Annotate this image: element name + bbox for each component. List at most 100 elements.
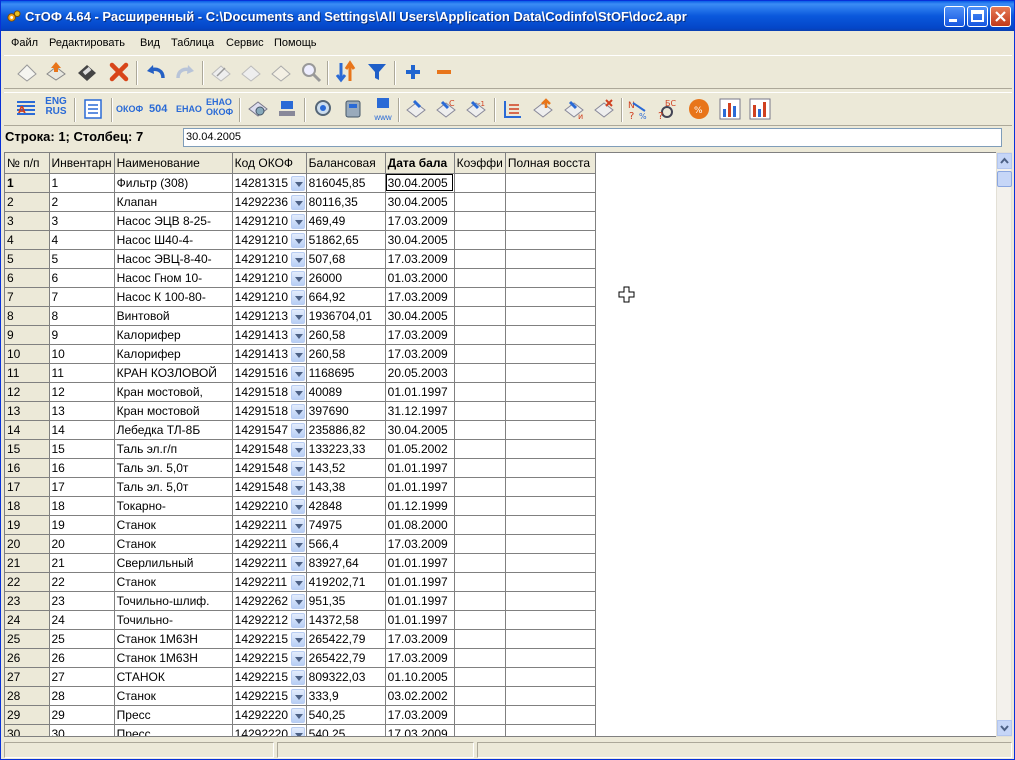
cell-name[interactable]: Точильно-шлиф. <box>114 591 233 611</box>
cell-inventory[interactable]: 25 <box>49 629 115 649</box>
cell-okof[interactable]: 14292215 <box>232 667 307 687</box>
col-header-full-restore[interactable]: Полная восста <box>505 153 596 174</box>
table-row[interactable]: 19 19 Станок 14292211 74975 01.08.2000 <box>5 515 596 535</box>
cell-okof[interactable]: 14292211 <box>232 534 307 554</box>
cell-inventory[interactable]: 24 <box>49 610 115 630</box>
table-row[interactable]: 23 23 Точильно-шлиф. 14292262 951,35 01.01.19… <box>5 591 596 611</box>
cell-coef[interactable] <box>454 705 506 725</box>
table-row[interactable]: 18 18 Токарно- 14292210 42848 01.12.1999 <box>5 496 596 516</box>
scroll-down-button[interactable] <box>997 720 1012 736</box>
cell-balance[interactable]: 80116,35 <box>306 192 386 212</box>
cell-coef[interactable] <box>454 686 506 706</box>
cell-name[interactable]: КРАН КОЗЛОВОЙ <box>114 363 233 383</box>
cell-balance[interactable]: 260,58 <box>306 344 386 364</box>
okof-dropdown-button[interactable] <box>290 574 305 590</box>
menu-help[interactable]: Помощь <box>274 37 317 49</box>
cell-name[interactable]: Калорифер <box>114 325 233 345</box>
cell-name[interactable]: Насос ЭВЦ-8-40- <box>114 249 233 269</box>
okof-dropdown-button[interactable] <box>290 669 305 685</box>
cell-balance[interactable]: 664,92 <box>306 287 386 307</box>
cell-date[interactable]: 01.01.1997 <box>385 572 455 592</box>
cell-name[interactable]: Лебедка ТЛ-8Б <box>114 420 233 440</box>
cell-okof[interactable]: 14292211 <box>232 515 307 535</box>
cell-name[interactable]: Токарно- <box>114 496 233 516</box>
cell-name[interactable]: СТАНОК <box>114 667 233 687</box>
calc-i-icon[interactable]: и <box>562 97 586 121</box>
okof-dropdown-button[interactable] <box>290 726 305 736</box>
cell-balance[interactable]: 1936704,01 <box>306 306 386 326</box>
cell-okof[interactable]: 14291413 <box>232 344 307 364</box>
col-header-name[interactable]: Наименование <box>114 153 233 174</box>
cell-full-restore[interactable] <box>505 667 596 687</box>
cell-okof[interactable]: 14281315 <box>232 173 307 193</box>
table-row[interactable]: 5 5 Насос ЭВЦ-8-40- 14291210 507,68 17.03.200… <box>5 249 596 269</box>
cell-date[interactable]: 30.04.2005 <box>385 173 455 193</box>
cell-name[interactable]: Сверлильный <box>114 553 233 573</box>
cell-date[interactable]: 17.03.2009 <box>385 705 455 725</box>
cell-coef[interactable] <box>454 344 506 364</box>
cell-coef[interactable] <box>454 401 506 421</box>
cell-balance[interactable]: 419202,71 <box>306 572 386 592</box>
cell-date[interactable]: 17.03.2009 <box>385 648 455 668</box>
cell-coef[interactable] <box>454 439 506 459</box>
table-row[interactable]: 8 8 Винтовой 14291213 1936704,01 30.04.2005 <box>5 306 596 326</box>
cell-coef[interactable] <box>454 477 506 497</box>
cell-balance[interactable]: 133223,33 <box>306 439 386 459</box>
calc-up-icon[interactable] <box>531 97 555 121</box>
cell-coef[interactable] <box>454 249 506 269</box>
cell-inventory[interactable]: 13 <box>49 401 115 421</box>
menu-file[interactable]: Файл <box>11 37 38 49</box>
cell-inventory[interactable]: 6 <box>49 268 115 288</box>
table-row[interactable]: 16 16 Таль эл. 5,0т 14291548 143,52 01.01.199… <box>5 458 596 478</box>
delete-icon[interactable] <box>107 60 131 84</box>
save-icon[interactable] <box>75 60 99 84</box>
cell-okof[interactable]: 14291548 <box>232 458 307 478</box>
table-row[interactable]: 12 12 Кран мостовой, 14291518 40089 01.01.199… <box>5 382 596 402</box>
cell-name[interactable]: Насос К 100-80- <box>114 287 233 307</box>
cell-inventory[interactable]: 10 <box>49 344 115 364</box>
cell-inventory[interactable]: 12 <box>49 382 115 402</box>
data-grid[interactable]: № п/п Инвентарн Наименование Код ОКОФ Ба… <box>4 152 997 737</box>
cell-inventory[interactable]: 15 <box>49 439 115 459</box>
cell-full-restore[interactable] <box>505 553 596 573</box>
okof-dropdown-button[interactable] <box>290 365 305 381</box>
new-doc-icon[interactable] <box>15 60 39 84</box>
close-button[interactable] <box>990 6 1011 27</box>
calc-c-icon[interactable]: C <box>434 97 458 121</box>
cell-balance[interactable]: 40089 <box>306 382 386 402</box>
cell-date[interactable]: 01.12.1999 <box>385 496 455 516</box>
col-header-balance[interactable]: Балансовая <box>306 153 386 174</box>
okof-dropdown-button[interactable] <box>290 270 305 286</box>
cell-okof[interactable]: 14291213 <box>232 306 307 326</box>
okof-dropdown-button[interactable] <box>290 498 305 514</box>
okof-dropdown-button[interactable] <box>290 346 305 362</box>
okof-dropdown-button[interactable] <box>290 555 305 571</box>
cell-name[interactable]: Станок <box>114 572 233 592</box>
cell-balance[interactable]: 951,35 <box>306 591 386 611</box>
cell-date[interactable]: 31.12.1997 <box>385 401 455 421</box>
cell-full-restore[interactable] <box>505 401 596 421</box>
cell-full-restore[interactable] <box>505 325 596 345</box>
cell-full-restore[interactable] <box>505 629 596 649</box>
redo-icon[interactable] <box>173 60 197 84</box>
cell-balance[interactable]: 1168695 <box>306 363 386 383</box>
cell-name[interactable]: Станок 1М63Н <box>114 629 233 649</box>
cell-date[interactable]: 01.10.2005 <box>385 667 455 687</box>
cell-inventory[interactable]: 26 <box>49 648 115 668</box>
cell-okof[interactable]: 14291210 <box>232 230 307 250</box>
cell-coef[interactable] <box>454 173 506 193</box>
title-bar[interactable]: СтОФ 4.64 - Расширенный - C:\Documents a… <box>1 1 1014 31</box>
okof-dropdown-button[interactable] <box>290 593 305 609</box>
cell-okof[interactable]: 14292236 <box>232 192 307 212</box>
col-header-number[interactable]: № п/п <box>5 153 50 174</box>
cell-coef[interactable] <box>454 325 506 345</box>
calc-icon[interactable] <box>404 97 428 121</box>
cell-full-restore[interactable] <box>505 173 596 193</box>
okof-dropdown-button[interactable] <box>290 403 305 419</box>
cell-okof[interactable]: 14292215 <box>232 648 307 668</box>
open-icon[interactable] <box>44 60 68 84</box>
undo-icon[interactable] <box>144 60 168 84</box>
cell-okof[interactable]: 14292220 <box>232 724 307 736</box>
cell-balance[interactable]: 540,25 <box>306 705 386 725</box>
cell-okof[interactable]: 14292262 <box>232 591 307 611</box>
